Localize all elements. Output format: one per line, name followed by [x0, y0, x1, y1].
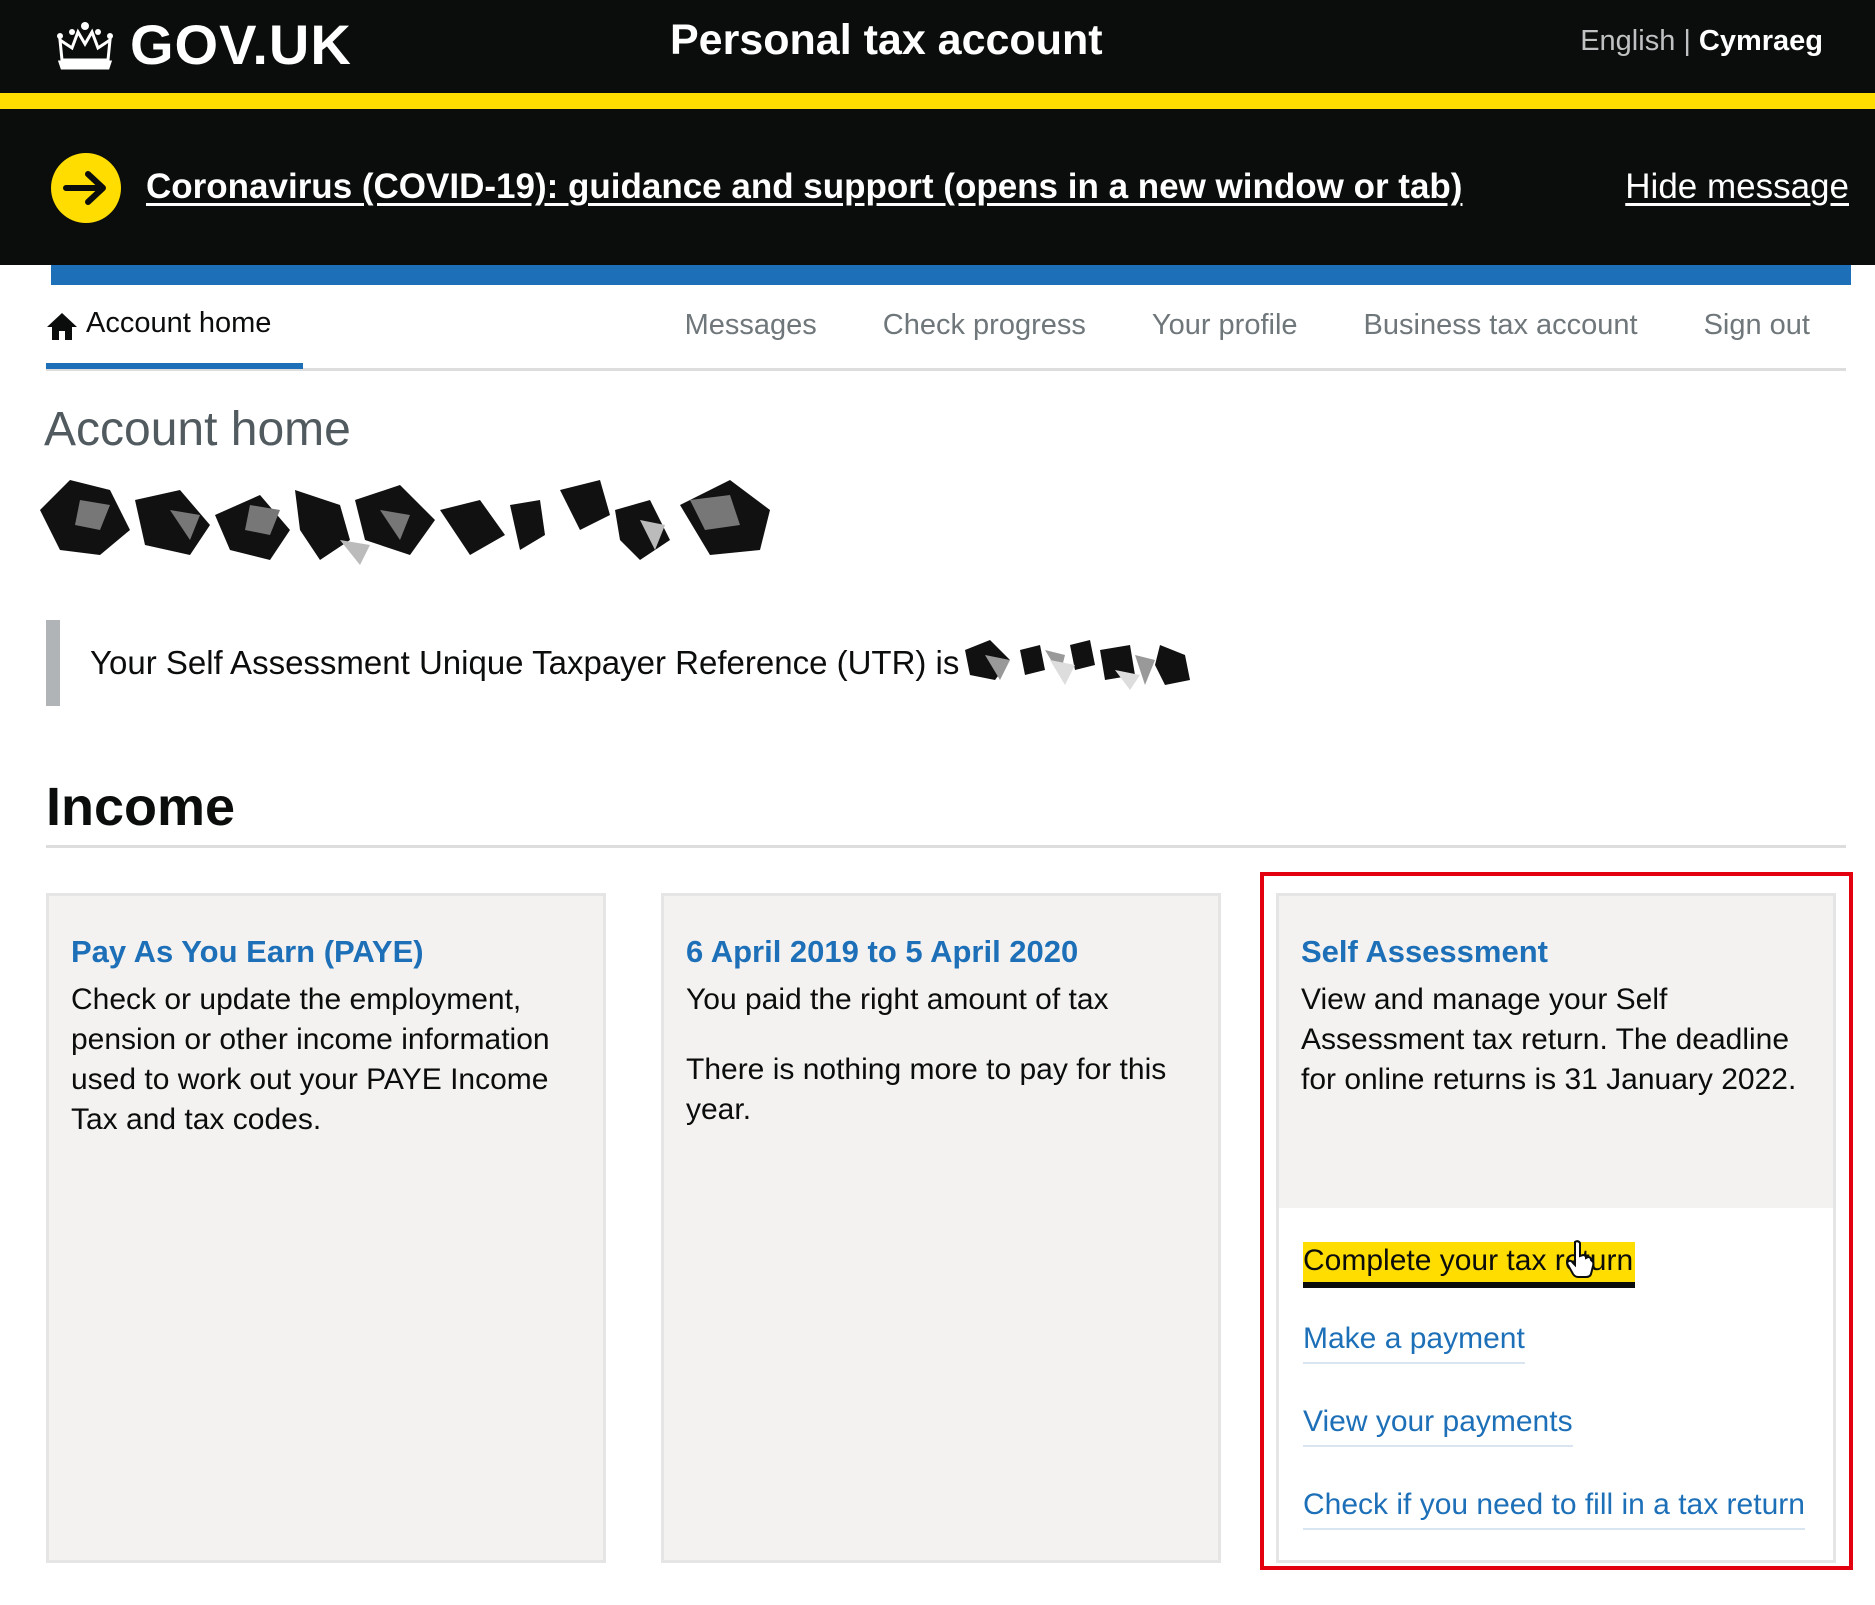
card-links: Complete your tax return Make a payment … — [1279, 1208, 1833, 1560]
home-icon — [47, 313, 77, 340]
card-title-tax-year[interactable]: 6 April 2019 to 5 April 2020 — [686, 934, 1218, 970]
lang-welsh[interactable]: Cymraeg — [1699, 25, 1823, 58]
lang-english[interactable]: English — [1580, 25, 1675, 58]
nav-account-home[interactable]: Account home — [46, 307, 304, 369]
nav-home-label: Account home — [86, 307, 272, 339]
lang-separator: | — [1683, 25, 1691, 57]
section-heading-income: Income — [46, 777, 236, 837]
card-title-paye[interactable]: Pay As You Earn (PAYE) — [71, 934, 603, 970]
utr-text: Your Self Assessment Unique Taxpayer Ref… — [90, 644, 960, 681]
page-title: Account home — [44, 403, 351, 456]
blue-bar — [51, 265, 1851, 285]
view-payments-link[interactable]: View your payments — [1303, 1405, 1573, 1447]
card-paye: Pay As You Earn (PAYE) Check or update t… — [46, 893, 606, 1563]
nav-business-tax-account[interactable]: Business tax account — [1364, 309, 1638, 342]
card-text: View and manage your Self Assessment tax… — [1301, 983, 1797, 1096]
language-toggle: English | Cymraeg — [1580, 25, 1823, 58]
nav-check-progress[interactable]: Check progress — [883, 309, 1086, 342]
card-title-self-assessment[interactable]: Self Assessment — [1301, 934, 1833, 970]
check-need-return-link[interactable]: Check if you need to fill in a tax retur… — [1303, 1488, 1805, 1530]
arrow-right-icon — [51, 153, 121, 223]
utr-inset: Your Self Assessment Unique Taxpayer Ref… — [46, 620, 1195, 706]
make-payment-link[interactable]: Make a payment — [1303, 1322, 1525, 1364]
card-tax-year: 6 April 2019 to 5 April 2020 You paid th… — [661, 893, 1221, 1563]
hide-message-link[interactable]: Hide message — [1625, 167, 1849, 207]
service-name[interactable]: Personal tax account — [670, 16, 1103, 65]
redacted-name — [40, 480, 770, 565]
logo-text: GOV.UK — [130, 13, 352, 76]
hand-cursor-icon — [1566, 1240, 1595, 1278]
card-text: Check or update the employment, pension … — [71, 983, 550, 1136]
covid-guidance-link[interactable]: Coronavirus (COVID-19): guidance and sup… — [146, 167, 1462, 207]
site-header: GOV.UK Personal tax account English | Cy… — [0, 0, 1875, 93]
redacted-utr — [965, 640, 1191, 690]
account-nav: Account home Messages Check progress You… — [46, 285, 1846, 371]
header-stripe — [0, 93, 1875, 109]
crown-icon — [57, 21, 113, 69]
nav-items: Messages Check progress Your profile Bus… — [685, 309, 1810, 342]
covid-banner: Coronavirus (COVID-19): guidance and sup… — [0, 109, 1875, 265]
govuk-logo[interactable]: GOV.UK — [52, 12, 352, 77]
section-divider — [46, 845, 1846, 848]
nav-sign-out[interactable]: Sign out — [1704, 309, 1810, 342]
nav-your-profile[interactable]: Your profile — [1152, 309, 1298, 342]
card-text: There is nothing more to pay for this ye… — [686, 1053, 1167, 1126]
nav-messages[interactable]: Messages — [685, 309, 817, 342]
card-text: You paid the right amount of tax — [686, 983, 1109, 1016]
card-self-assessment: Self Assessment View and manage your Sel… — [1276, 893, 1836, 1563]
